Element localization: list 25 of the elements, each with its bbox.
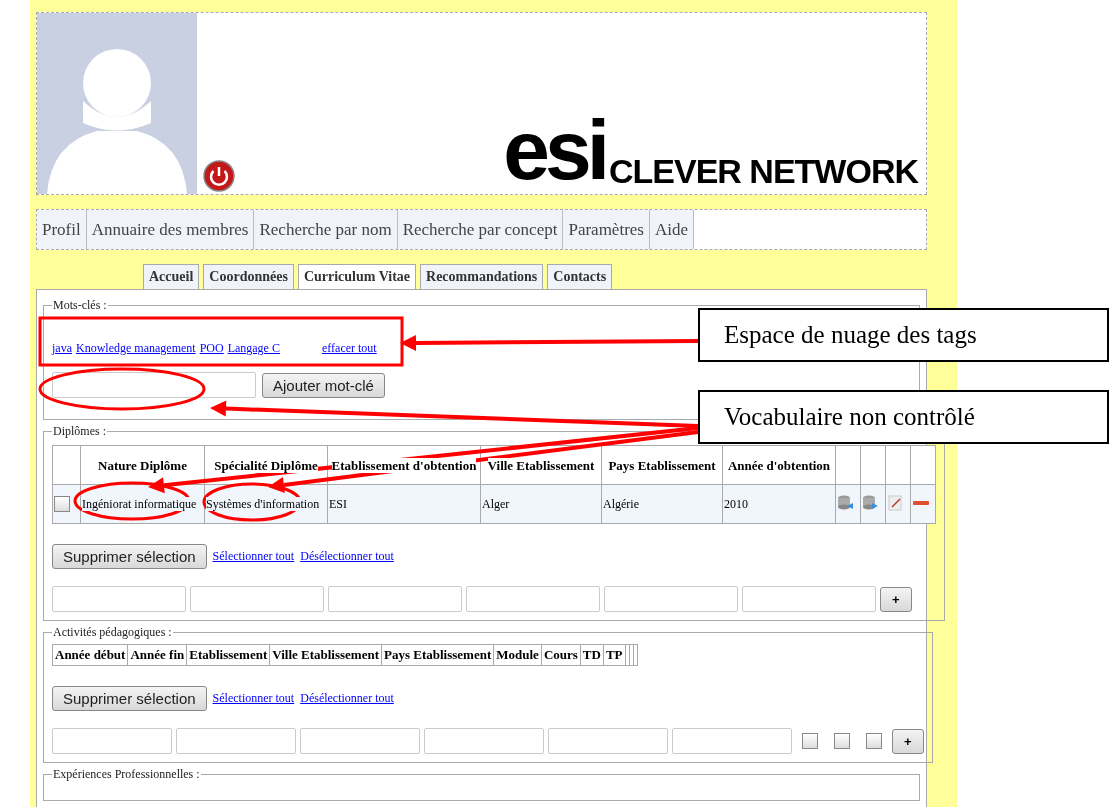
fieldset-legend: Diplômes : (52, 424, 107, 439)
column-header: Ville Etablissement (487, 457, 595, 473)
fieldset-legend: Expériences Professionnelles : (52, 767, 201, 782)
column-header: Année début (52, 644, 128, 666)
logo-mark: esi (503, 114, 605, 186)
column-header: Pays Etablissement (381, 644, 494, 666)
callout-box: Espace de nuage des tags (698, 308, 1109, 362)
table-cell: Algérie (603, 497, 639, 511)
column-header: TD (580, 644, 604, 666)
fieldset-legend: Activités pédagogiques : (52, 625, 173, 640)
column-header: Année fin (127, 644, 187, 666)
column-header: Cours (541, 644, 581, 666)
column-header: Ville Etablissement (269, 644, 382, 666)
table-cell: 2010 (724, 497, 748, 511)
table-cell: Systèmes d'information (206, 497, 320, 511)
callout-box: Vocabulaire non contrôlé (698, 390, 1109, 444)
table-cell: ESI (329, 497, 347, 511)
column-header: Etablissement d'obtention (331, 457, 477, 473)
fieldset-legend: Mots-clés : (52, 298, 108, 313)
table-cell: Alger (482, 497, 510, 511)
logo-text: CLEVER NETWORK (609, 156, 918, 186)
column-header: TP (603, 644, 626, 666)
table-cell: Ingéniorat informatique (82, 497, 197, 511)
column-header: Module (493, 644, 542, 666)
column-header: Etablissement (186, 644, 270, 666)
